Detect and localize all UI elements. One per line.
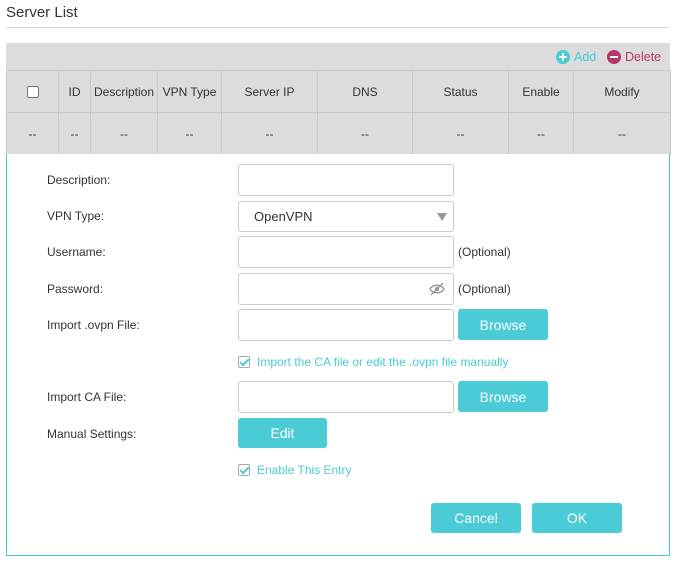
table-cell: -- bbox=[317, 112, 413, 155]
vpn-type-value: OpenVPN bbox=[254, 209, 313, 224]
password-label: Password: bbox=[47, 282, 104, 296]
caret-down-icon bbox=[437, 213, 447, 221]
password-optional-note: (Optional) bbox=[458, 282, 511, 296]
description-label: Description: bbox=[47, 173, 111, 187]
import-ca-manual-checkbox[interactable] bbox=[238, 356, 250, 368]
enable-entry-label: Enable This Entry bbox=[257, 463, 352, 477]
column-header: Description bbox=[90, 70, 158, 113]
server-table: ID Description VPN Type Server IP DNS St… bbox=[6, 70, 671, 155]
table-cell: -- bbox=[157, 112, 222, 155]
browse-ca-button[interactable]: Browse bbox=[458, 381, 548, 412]
import-ca-manual-label: Import the CA file or edit the .ovpn fil… bbox=[257, 355, 509, 369]
column-header: ID bbox=[58, 70, 91, 113]
table-cell: -- bbox=[221, 112, 318, 155]
table-cell: -- bbox=[6, 112, 59, 155]
password-input[interactable] bbox=[238, 273, 454, 305]
column-header: VPN Type bbox=[157, 70, 222, 113]
delete-label: Delete bbox=[625, 49, 662, 64]
add-label: Add bbox=[574, 49, 597, 64]
browse-ovpn-button[interactable]: Browse bbox=[458, 309, 548, 340]
vpn-type-select[interactable]: OpenVPN bbox=[238, 201, 454, 232]
vpn-type-label: VPN Type: bbox=[47, 209, 105, 223]
section-title: Server List bbox=[6, 4, 78, 21]
select-all-cell[interactable] bbox=[6, 70, 59, 113]
table-row[interactable]: -- -- -- -- -- -- -- -- -- bbox=[6, 112, 671, 155]
import-ovpn-input[interactable] bbox=[238, 309, 454, 341]
cancel-button[interactable]: Cancel bbox=[431, 503, 521, 533]
add-button[interactable]: Add bbox=[556, 43, 596, 70]
plus-circle-icon bbox=[556, 49, 570, 64]
table-cell: -- bbox=[508, 112, 574, 155]
username-label: Username: bbox=[47, 245, 106, 259]
description-input[interactable] bbox=[238, 164, 454, 196]
column-header: Status bbox=[412, 70, 509, 113]
enable-entry-option[interactable]: Enable This Entry bbox=[238, 463, 352, 477]
table-toolbar: Add Delete bbox=[6, 43, 670, 70]
column-header: DNS bbox=[317, 70, 413, 113]
import-ca-manual-option[interactable]: Import the CA file or edit the .ovpn fil… bbox=[238, 355, 508, 369]
column-header: Enable bbox=[508, 70, 574, 113]
edit-button[interactable]: Edit bbox=[238, 418, 327, 448]
ok-button[interactable]: OK bbox=[532, 503, 622, 533]
import-ovpn-label: Import .ovpn File: bbox=[47, 318, 140, 332]
manual-settings-label: Manual Settings: bbox=[47, 427, 137, 441]
eye-slash-icon[interactable] bbox=[429, 282, 445, 296]
enable-entry-checkbox[interactable] bbox=[238, 464, 250, 476]
import-ca-label: Import CA File: bbox=[47, 390, 127, 404]
table-cell: -- bbox=[573, 112, 671, 155]
minus-circle-icon bbox=[607, 49, 621, 64]
username-optional-note: (Optional) bbox=[458, 245, 511, 259]
delete-button[interactable]: Delete bbox=[607, 43, 661, 70]
table-cell: -- bbox=[58, 112, 91, 155]
select-all-checkbox[interactable] bbox=[26, 86, 39, 99]
title-divider bbox=[6, 27, 670, 28]
table-cell: -- bbox=[412, 112, 509, 155]
import-ca-input[interactable] bbox=[238, 381, 454, 413]
username-input[interactable] bbox=[238, 236, 454, 268]
column-header: Modify bbox=[573, 70, 671, 113]
table-cell: -- bbox=[90, 112, 158, 155]
table-header-row: ID Description VPN Type Server IP DNS St… bbox=[6, 70, 671, 113]
column-header: Server IP bbox=[221, 70, 318, 113]
